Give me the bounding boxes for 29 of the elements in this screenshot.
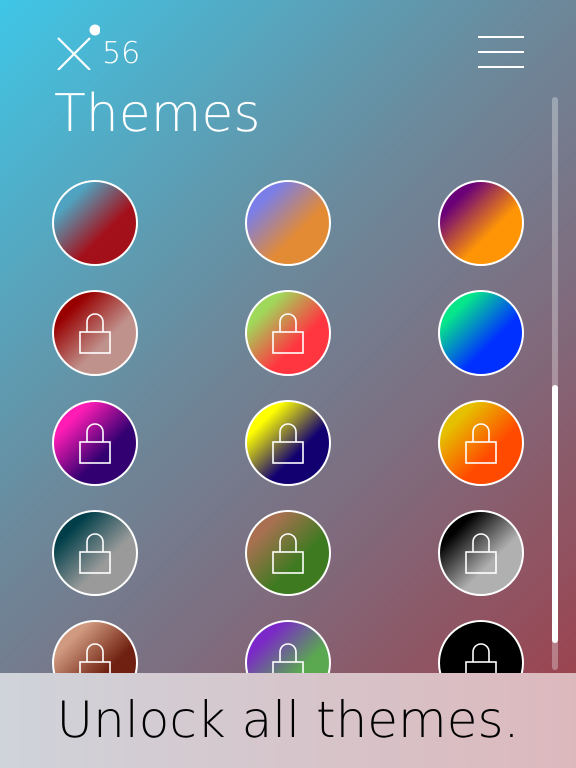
theme-swatch[interactable] bbox=[244, 180, 331, 266]
lock-icon bbox=[464, 421, 497, 465]
locked-theme-swatch[interactable] bbox=[438, 400, 524, 486]
lock-icon bbox=[272, 531, 304, 575]
scroll-thumb[interactable] bbox=[552, 385, 558, 643]
lock-icon bbox=[272, 421, 304, 465]
page-title: Themes bbox=[53, 88, 260, 140]
locked-theme-swatch[interactable] bbox=[244, 400, 331, 486]
lock-icon bbox=[79, 641, 111, 673]
lock-icon bbox=[272, 641, 304, 673]
locked-theme-swatch[interactable] bbox=[244, 290, 331, 376]
menu-button[interactable] bbox=[478, 36, 524, 68]
locked-theme-swatch[interactable] bbox=[244, 510, 331, 596]
logo-x-icon bbox=[56, 24, 100, 70]
locked-theme-swatch[interactable] bbox=[52, 290, 138, 376]
locked-theme-swatch[interactable] bbox=[52, 510, 138, 596]
logo-text: 56 bbox=[102, 39, 140, 69]
locked-theme-swatch[interactable] bbox=[52, 400, 138, 486]
lock-icon bbox=[464, 531, 497, 575]
lock-icon bbox=[79, 311, 111, 355]
locked-theme-swatch[interactable] bbox=[438, 510, 524, 596]
theme-swatch[interactable] bbox=[438, 180, 524, 266]
theme-swatch[interactable] bbox=[438, 290, 524, 376]
lock-icon bbox=[464, 641, 497, 673]
lock-icon bbox=[79, 531, 111, 575]
theme-swatch[interactable] bbox=[52, 180, 138, 266]
menu-icon bbox=[478, 36, 524, 68]
lock-icon bbox=[79, 421, 111, 465]
lock-icon bbox=[272, 311, 304, 355]
